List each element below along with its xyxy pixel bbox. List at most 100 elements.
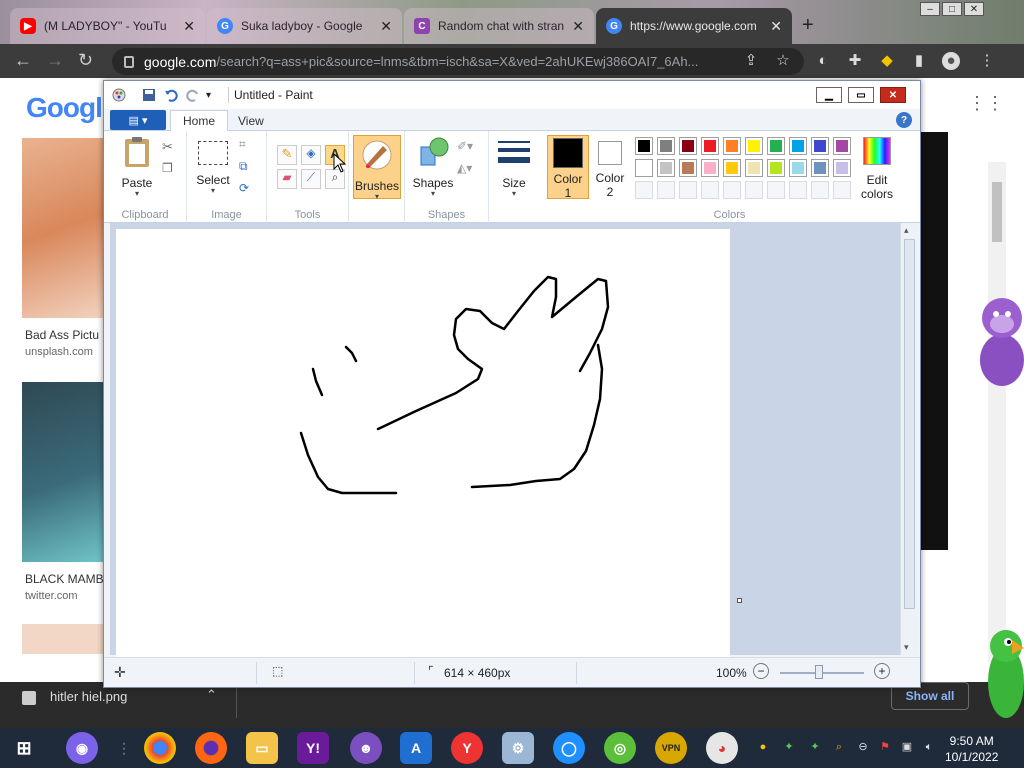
chrome-maximize-button[interactable]: □ xyxy=(942,2,962,16)
palette-swatch[interactable] xyxy=(679,159,697,177)
palette-swatch[interactable] xyxy=(811,137,829,155)
yandex-icon[interactable]: Y xyxy=(451,732,483,764)
close-tab-icon[interactable]: ✕ xyxy=(380,18,392,35)
yahoo-icon[interactable]: Y! xyxy=(297,732,329,764)
profile-avatar[interactable]: ● xyxy=(942,52,960,70)
settings-app-icon[interactable]: ⚙ xyxy=(502,732,534,764)
paint-maximize-button[interactable]: ▭ xyxy=(848,87,874,103)
app-a-icon[interactable]: A xyxy=(400,732,432,764)
tray-emoji-icon[interactable]: ● xyxy=(756,740,770,754)
scrollbar-thumb[interactable] xyxy=(904,239,915,609)
vpn-pro-icon[interactable]: VPN xyxy=(655,732,687,764)
result-caption[interactable]: Bad Ass Pictu xyxy=(25,328,103,342)
palette-swatch[interactable] xyxy=(657,159,675,177)
scrollbar-thumb[interactable] xyxy=(992,182,1002,242)
tab-youtube[interactable]: ▶ (M LADYBOY" - YouTu ✕ xyxy=(10,8,205,44)
palette-swatch[interactable] xyxy=(789,137,807,155)
page-scrollbar[interactable] xyxy=(988,162,1006,662)
brushes-button[interactable]: Brushes ▾ xyxy=(353,135,401,201)
chevron-up-icon[interactable]: ⌃ xyxy=(206,687,217,703)
result-thumbnail[interactable] xyxy=(22,624,103,654)
address-bar[interactable]: google.com /search?q=ass+pic&source=lnms… xyxy=(112,48,804,75)
close-tab-icon[interactable]: ✕ xyxy=(770,18,782,35)
copy-icon[interactable]: ❐ xyxy=(162,161,178,177)
fill-icon[interactable]: ◭▾ xyxy=(457,161,473,177)
custom-color-slot[interactable] xyxy=(701,181,719,199)
parrot-mascot[interactable] xyxy=(982,622,1024,722)
result-thumbnail[interactable] xyxy=(22,138,103,318)
palette-swatch[interactable] xyxy=(789,159,807,177)
shapes-button[interactable]: Shapes ▾ xyxy=(411,135,455,198)
save-icon[interactable] xyxy=(142,88,156,102)
tray-search-icon[interactable]: ⌕ xyxy=(832,740,846,754)
customize-quick-access-icon[interactable]: ▾ xyxy=(206,90,211,101)
quick-assist-icon[interactable]: ◯ xyxy=(553,732,585,764)
custom-color-slot[interactable] xyxy=(635,181,653,199)
windows-start-icon[interactable]: ⊞ xyxy=(8,732,40,764)
eraser-icon[interactable]: ▰ xyxy=(277,169,297,189)
custom-color-slot[interactable] xyxy=(789,181,807,199)
outline-icon[interactable]: ✐▾ xyxy=(457,139,473,155)
bonzi-buddy-gorilla[interactable] xyxy=(972,290,1024,390)
palette-swatch[interactable] xyxy=(635,137,653,155)
color-1-button[interactable]: Color 1 xyxy=(547,135,589,200)
canvas-vertical-scrollbar[interactable]: ▴ ▾ xyxy=(900,223,918,655)
extension-flag-icon[interactable]: ◐ xyxy=(814,52,832,70)
scroll-up-icon[interactable]: ▴ xyxy=(904,225,909,236)
volume-icon[interactable]: 🔈︎ xyxy=(922,740,936,754)
custom-color-slot[interactable] xyxy=(657,181,675,199)
file-menu-button[interactable]: ▤ ▾ xyxy=(110,110,166,130)
redo-icon[interactable] xyxy=(186,88,200,102)
result-thumbnail[interactable] xyxy=(22,382,103,562)
fill-bucket-icon[interactable]: ◈ xyxy=(301,145,321,165)
pencil-icon[interactable]: ✎ xyxy=(277,145,297,165)
palette-swatch[interactable] xyxy=(657,137,675,155)
paint-app-icon[interactable] xyxy=(112,88,126,102)
palette-swatch[interactable] xyxy=(701,159,719,177)
tab-view[interactable]: View xyxy=(226,110,276,131)
tray-app-icon[interactable]: ✦ xyxy=(808,740,822,754)
close-tab-icon[interactable]: ✕ xyxy=(183,18,195,35)
drawing-canvas[interactable] xyxy=(116,229,730,659)
palette-swatch[interactable] xyxy=(635,159,653,177)
back-arrow-icon[interactable]: ← xyxy=(14,50,32,71)
paint-close-button[interactable]: ✕ xyxy=(880,87,906,103)
palette-swatch[interactable] xyxy=(833,137,851,155)
tray-minus-icon[interactable]: ⊖ xyxy=(856,740,870,754)
tab-home[interactable]: Home xyxy=(170,110,229,131)
taskbar-clock[interactable]: 9:50 AM 10/1/2022 xyxy=(945,733,998,765)
paint-taskbar-icon[interactable]: ◕ xyxy=(706,732,738,764)
extensions-puzzle-icon[interactable]: ✚ xyxy=(846,52,864,70)
close-tab-icon[interactable]: ✕ xyxy=(572,18,584,35)
zoom-out-icon[interactable]: − xyxy=(753,663,769,679)
custom-color-slot[interactable] xyxy=(745,181,763,199)
tab-google-active[interactable]: G https://www.google.com ✕ xyxy=(596,8,792,44)
undo-icon[interactable] xyxy=(164,88,178,102)
file-explorer-icon[interactable]: ▭ xyxy=(246,732,278,764)
app-green-icon[interactable]: ◎ xyxy=(604,732,636,764)
color-picker-icon[interactable]: ⟋ xyxy=(301,169,321,189)
result-caption[interactable]: BLACK MAMB xyxy=(25,572,103,586)
select-button[interactable]: Select ▾ xyxy=(193,135,233,195)
chrome-close-button[interactable]: ✕ xyxy=(964,2,984,16)
paint-minimize-button[interactable]: ▁ xyxy=(816,87,842,103)
cortana-icon[interactable]: ◉ xyxy=(66,732,98,764)
firefox-taskbar-icon[interactable] xyxy=(195,732,227,764)
google-apps-icon[interactable]: ⋮⋮ xyxy=(968,94,1004,112)
palette-swatch[interactable] xyxy=(767,137,785,155)
help-icon[interactable]: ? xyxy=(896,112,912,128)
palette-swatch[interactable] xyxy=(811,159,829,177)
cut-icon[interactable]: ✂ xyxy=(162,139,178,155)
edit-colors-button[interactable]: Edit colors xyxy=(857,135,897,201)
palette-swatch[interactable] xyxy=(723,159,741,177)
share-icon[interactable]: ⇪ xyxy=(742,52,760,70)
tab-random-chat[interactable]: C Random chat with stran ✕ xyxy=(404,8,594,44)
custom-color-slot[interactable] xyxy=(679,181,697,199)
crop-icon[interactable]: ⌗ xyxy=(239,137,255,153)
extension-icon[interactable]: ◆ xyxy=(878,52,896,70)
resize-icon[interactable]: ⧉ xyxy=(239,159,255,175)
chrome-menu-icon[interactable]: ⋮ xyxy=(978,52,996,70)
side-panel-icon[interactable]: ▮ xyxy=(910,52,928,70)
color-2-button[interactable]: Color 2 xyxy=(591,135,629,199)
palette-swatch[interactable] xyxy=(767,159,785,177)
